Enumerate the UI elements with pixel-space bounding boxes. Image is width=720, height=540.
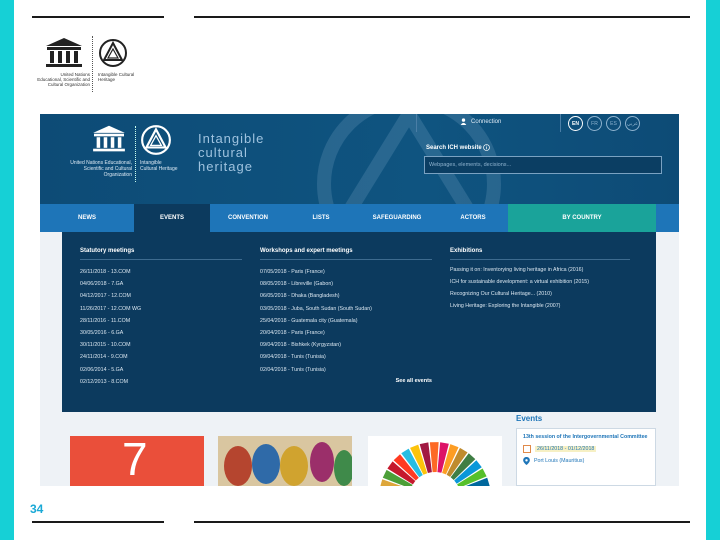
menu-link[interactable]: 04/12/2017 - 12.COM — [80, 290, 242, 302]
menu-link[interactable]: 09/04/2018 - Tunis (Tunisia) — [260, 351, 432, 363]
top-rule-right — [194, 16, 690, 18]
menu-link[interactable]: Living Heritage: Exploring the Intangibl… — [450, 302, 630, 310]
event-location: Port Louis (Mauritius) — [534, 458, 585, 464]
nav-by-country[interactable]: BY COUNTRY — [508, 204, 656, 232]
bottom-rule-left — [32, 521, 164, 523]
connection-label: Connection — [471, 118, 502, 125]
calendar-icon — [523, 445, 531, 453]
menu-link[interactable]: 06/05/2018 - Dhaka (Bangladesh) — [260, 290, 432, 302]
website-screenshot: United Nations Educational, Scientific a… — [40, 114, 679, 486]
top-rule-left — [32, 16, 164, 18]
exhibitions-heading[interactable]: Exhibitions — [450, 248, 630, 260]
workshops-column: Workshops and expert meetings 07/05/2018… — [260, 248, 432, 396]
location-pin-icon — [523, 457, 530, 465]
events-heading[interactable]: Events — [516, 414, 542, 423]
main-nav: NEWS EVENTS CONVENTION LISTS SAFEGUARDIN… — [40, 204, 679, 232]
menu-link[interactable]: 02/12/2013 - 8.COM — [80, 376, 242, 388]
event-title[interactable]: 13th session of the Intergovernmental Co… — [523, 434, 649, 441]
menu-link[interactable]: 02/06/2014 - 5.GA — [80, 364, 242, 376]
bottom-rule-right — [194, 521, 690, 523]
slide: United Nations Educational, Scientific a… — [14, 0, 706, 540]
info-icon[interactable] — [483, 144, 491, 151]
tile-number: 7 — [122, 436, 148, 485]
exhibitions-column: Exhibitions Passing it on: Inventorying … — [450, 248, 630, 396]
news-tile-7[interactable]: 7 — [70, 436, 204, 486]
search-input[interactable]: Webpages, elements, decisions... — [424, 156, 662, 174]
events-mega-menu: Statutory meetings 26/11/2018 - 13.COM 0… — [62, 232, 656, 412]
ich-name-text: Intangible Cultural Heritage — [98, 72, 135, 82]
lang-fr-button[interactable]: FR — [587, 116, 602, 131]
menu-link[interactable]: 08/05/2018 - Libreville (Gabon) — [260, 278, 432, 290]
site-title[interactable]: Intangible cultural heritage — [198, 132, 264, 174]
news-tile-masks[interactable] — [218, 436, 352, 486]
statutory-meetings-column: Statutory meetings 26/11/2018 - 13.COM 0… — [80, 248, 242, 396]
statutory-meetings-heading[interactable]: Statutory meetings — [80, 248, 242, 260]
menu-link[interactable]: ICH for sustainable development: a virtu… — [450, 278, 630, 286]
site-unesco-name: United Nations Educational, Scientific a… — [70, 160, 132, 178]
menu-link[interactable]: 30/05/2016 - 6.GA — [80, 327, 242, 339]
ich-emblem-icon — [99, 39, 127, 67]
menu-link[interactable]: 09/04/2018 - Bishkek (Kyrgyzstan) — [260, 339, 432, 351]
search-label: Search ICH website — [426, 144, 491, 151]
menu-link[interactable]: 04/06/2018 - 7.GA — [80, 278, 242, 290]
lang-es-button[interactable]: ES — [606, 116, 621, 131]
site-logo-divider — [135, 126, 136, 182]
news-tile-sdg[interactable] — [368, 436, 502, 486]
menu-link[interactable]: Passing it on: Inventorying living herit… — [450, 266, 630, 274]
nav-events[interactable]: EVENTS — [134, 204, 210, 232]
header-divider — [560, 114, 561, 132]
menu-link[interactable]: 02/04/2018 - Tunis (Tunisia) — [260, 364, 432, 376]
page-number: 34 — [30, 502, 44, 516]
nav-actors[interactable]: ACTORS — [438, 204, 508, 232]
event-card[interactable]: 13th session of the Intergovernmental Co… — [516, 428, 656, 486]
sdg-wheel-icon — [380, 442, 490, 486]
event-dates: 26/11/2018 - 01/12/2018 — [535, 446, 597, 452]
menu-link[interactable]: Recognizing Our Cultural Heritage... (20… — [450, 290, 630, 298]
nav-safeguarding[interactable]: SAFEGUARDING — [356, 204, 438, 232]
event-location-row: Port Louis (Mauritius) — [523, 457, 649, 465]
nav-convention[interactable]: CONVENTION — [210, 204, 286, 232]
masks-image-icon — [224, 442, 352, 486]
connection-link[interactable]: Connection — [460, 118, 501, 125]
logo-divider — [92, 36, 93, 92]
site-unesco-logo-icon[interactable] — [90, 124, 128, 154]
header-divider — [416, 114, 417, 132]
menu-link[interactable]: 26/11/2018 - 13.COM — [80, 266, 242, 278]
menu-link[interactable]: 03/05/2018 - Juba, South Sudan (South Su… — [260, 303, 432, 315]
event-dates-row: 26/11/2018 - 01/12/2018 — [523, 445, 649, 453]
lang-en-button[interactable]: EN — [568, 116, 583, 131]
menu-link[interactable]: 28/11/2016 - 11.COM — [80, 315, 242, 327]
workshops-heading[interactable]: Workshops and expert meetings — [260, 248, 432, 260]
menu-link[interactable]: 25/04/2018 - Guatemala city (Guatemala) — [260, 315, 432, 327]
user-icon — [460, 118, 467, 125]
menu-link[interactable]: 24/11/2014 - 9.COM — [80, 351, 242, 363]
lang-ar-button[interactable]: عربي — [625, 116, 640, 131]
nav-lists[interactable]: LISTS — [286, 204, 356, 232]
unesco-name-text: United Nations Educational, Scientific a… — [37, 72, 90, 87]
site-ich-name: Intangible Cultural Heritage — [140, 160, 178, 172]
language-switcher: EN FR ES عربي — [568, 116, 640, 131]
see-all-events-link[interactable]: See all events — [260, 378, 432, 384]
menu-link[interactable]: 11/26/2017 - 12.COM WG — [80, 303, 242, 315]
menu-link[interactable]: 30/11/2015 - 10.COM — [80, 339, 242, 351]
unesco-ich-logo: United Nations Educational, Scientific a… — [36, 34, 146, 94]
site-header: United Nations Educational, Scientific a… — [40, 114, 679, 204]
site-ich-emblem-icon[interactable] — [140, 124, 172, 156]
menu-link[interactable]: 07/05/2018 - Paris (France) — [260, 266, 432, 278]
nav-news[interactable]: NEWS — [40, 204, 134, 232]
menu-link[interactable]: 20/04/2018 - Paris (France) — [260, 327, 432, 339]
unesco-temple-icon — [46, 38, 82, 67]
